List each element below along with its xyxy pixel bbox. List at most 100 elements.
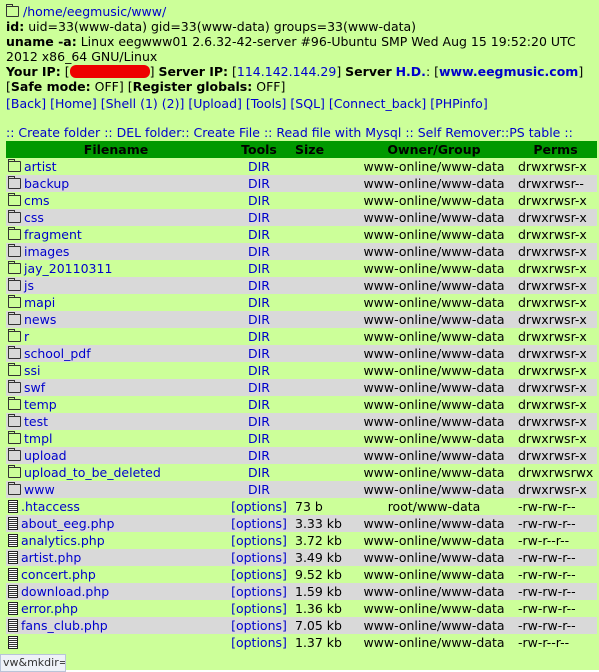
- dir-link[interactable]: DIR: [248, 448, 270, 463]
- filename-link[interactable]: js: [24, 278, 34, 293]
- dir-link[interactable]: DIR: [248, 346, 270, 361]
- filename-link[interactable]: error.php: [21, 601, 78, 616]
- perms-cell: -rw-r--r--: [514, 634, 597, 651]
- tools-cell: DIR: [226, 294, 292, 311]
- self-remover-link[interactable]: :: Self Remover::: [405, 125, 509, 140]
- nav-tools[interactable]: [Tools]: [246, 96, 287, 111]
- filename-link[interactable]: swf: [24, 380, 45, 395]
- dir-link[interactable]: DIR: [248, 329, 270, 344]
- size-cell: [292, 260, 354, 277]
- owner-cell: www-online/www-data: [354, 413, 514, 430]
- filename-cell: r: [6, 328, 226, 345]
- dir-link[interactable]: DIR: [248, 465, 270, 480]
- options-link[interactable]: [options]: [231, 533, 287, 548]
- filename-link[interactable]: mapi: [24, 295, 55, 310]
- dir-link[interactable]: DIR: [248, 210, 270, 225]
- col-perms[interactable]: Perms: [514, 141, 597, 158]
- filename-link[interactable]: concert.php: [21, 567, 96, 582]
- tools-cell: [options]: [226, 549, 292, 566]
- col-owner-group[interactable]: Owner/Group: [354, 141, 514, 158]
- current-path-link[interactable]: /home/eegmusic/www/: [23, 4, 166, 19]
- del-folder-link[interactable]: :: DEL folder::: [104, 125, 189, 140]
- filename-link[interactable]: news: [24, 312, 56, 327]
- size-cell: [292, 430, 354, 447]
- filename-link[interactable]: about_eeg.php: [21, 516, 114, 531]
- dir-link[interactable]: DIR: [248, 295, 270, 310]
- filename-link[interactable]: download.php: [21, 584, 109, 599]
- filename-link[interactable]: tmpl: [24, 431, 53, 446]
- options-link[interactable]: [options]: [231, 567, 287, 582]
- dir-link[interactable]: DIR: [248, 312, 270, 327]
- nav-connect-back[interactable]: [Connect_back]: [329, 96, 426, 111]
- nav-shell[interactable]: [Shell (1) (2)]: [101, 96, 185, 111]
- table-row: images DIR www-online/www-data drwxrwsr-x: [6, 243, 597, 260]
- filename-link[interactable]: test: [24, 414, 48, 429]
- filename-link[interactable]: school_pdf: [24, 346, 91, 361]
- filename-link[interactable]: jay_20110311: [24, 261, 112, 276]
- options-link[interactable]: [options]: [231, 516, 287, 531]
- filename-link[interactable]: .htaccess: [21, 499, 80, 514]
- nav-back[interactable]: [Back]: [6, 96, 46, 111]
- filename-link[interactable]: images: [24, 244, 69, 259]
- col-size[interactable]: Size: [292, 141, 354, 158]
- perms-cell: drwxrwsr-x: [514, 243, 597, 260]
- dir-link[interactable]: DIR: [248, 414, 270, 429]
- table-row: fragment DIR www-online/www-data drwxrwsr-x: [6, 226, 597, 243]
- folder-icon: [8, 431, 21, 444]
- read-file-mysql-link[interactable]: :: Read file with Mysql: [264, 125, 401, 140]
- dir-link[interactable]: DIR: [248, 261, 270, 276]
- options-link[interactable]: [options]: [231, 584, 287, 599]
- filename-link[interactable]: ssi: [24, 363, 41, 378]
- filename-link[interactable]: artist: [24, 159, 57, 174]
- filename-link[interactable]: fans_club.php: [21, 618, 108, 633]
- tools-cell: DIR: [226, 311, 292, 328]
- dir-link[interactable]: DIR: [248, 363, 270, 378]
- dir-link[interactable]: DIR: [248, 380, 270, 395]
- options-link[interactable]: [options]: [231, 635, 287, 650]
- table-row: cms DIR www-online/www-data drwxrwsr-x: [6, 192, 597, 209]
- dir-link[interactable]: DIR: [248, 244, 270, 259]
- folder-icon: [8, 210, 21, 223]
- create-folder-link[interactable]: :: Create folder: [6, 125, 100, 140]
- dir-link[interactable]: DIR: [248, 397, 270, 412]
- filename-link[interactable]: backup: [24, 176, 69, 191]
- tools-cell: DIR: [226, 447, 292, 464]
- dir-link[interactable]: DIR: [248, 227, 270, 242]
- dir-link[interactable]: DIR: [248, 482, 270, 497]
- domain-link[interactable]: www.eegmusic.com: [439, 64, 578, 79]
- filename-link[interactable]: css: [24, 210, 44, 225]
- filename-link[interactable]: temp: [24, 397, 57, 412]
- perms-cell: drwxrwsr-x: [514, 447, 597, 464]
- dir-link[interactable]: DIR: [248, 176, 270, 191]
- options-link[interactable]: [options]: [231, 550, 287, 565]
- filename-link[interactable]: cms: [24, 193, 50, 208]
- col-tools[interactable]: Tools: [226, 141, 292, 158]
- filename-link[interactable]: r: [24, 329, 29, 344]
- dir-link[interactable]: DIR: [248, 193, 270, 208]
- dir-link[interactable]: DIR: [248, 159, 270, 174]
- ps-table-link[interactable]: PS table: [509, 125, 560, 140]
- filename-cell: news: [6, 311, 226, 328]
- dir-link[interactable]: DIR: [248, 278, 270, 293]
- size-cell: [292, 464, 354, 481]
- options-link[interactable]: [options]: [231, 601, 287, 616]
- options-link[interactable]: [options]: [231, 618, 287, 633]
- table-row: css DIR www-online/www-data drwxrwsr-x: [6, 209, 597, 226]
- filename-link[interactable]: analytics.php: [21, 533, 105, 548]
- file-table: Filename Tools Size Owner/Group Perms ar…: [6, 141, 597, 651]
- nav-upload[interactable]: [Upload]: [188, 96, 242, 111]
- options-link[interactable]: [options]: [231, 499, 287, 514]
- filename-link[interactable]: upload: [24, 448, 67, 463]
- nav-phpinfo[interactable]: [PHPinfo]: [430, 96, 487, 111]
- nav-sql[interactable]: [SQL]: [290, 96, 325, 111]
- size-cell: 1.59 kb: [292, 583, 354, 600]
- col-filename[interactable]: Filename: [6, 141, 226, 158]
- filename-link[interactable]: upload_to_be_deleted: [24, 465, 161, 480]
- dir-link[interactable]: DIR: [248, 431, 270, 446]
- filename-link[interactable]: fragment: [24, 227, 82, 242]
- filename-link[interactable]: www: [24, 482, 55, 497]
- nav-home[interactable]: [Home]: [50, 96, 97, 111]
- filename-link[interactable]: artist.php: [21, 550, 81, 565]
- create-file-link[interactable]: Create File: [194, 125, 260, 140]
- hd-link[interactable]: H.D.: [396, 64, 426, 79]
